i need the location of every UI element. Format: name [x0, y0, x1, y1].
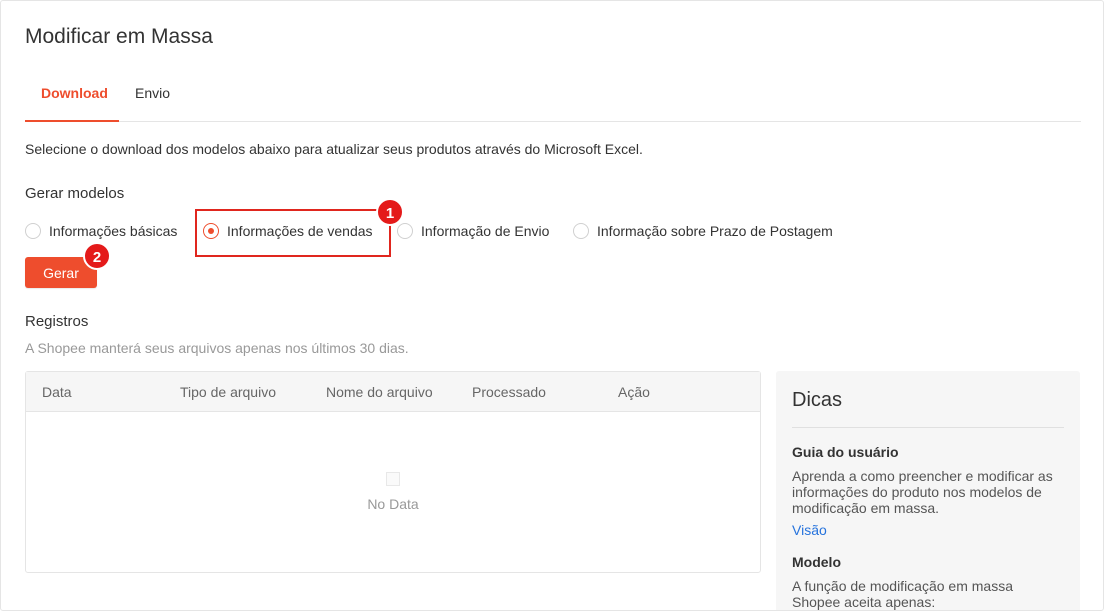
page-title: Modificar em Massa	[25, 25, 213, 48]
radio-informacoes-basicas[interactable]: Informações básicas	[25, 223, 177, 239]
column-header-tipo: Tipo de arquivo	[180, 384, 276, 400]
user-guide-text: Aprenda a como preencher e modificar as …	[792, 468, 1053, 516]
tab-download[interactable]: Download	[25, 77, 119, 122]
radio-circle-icon	[573, 223, 589, 239]
annotation-badge-1: 1	[376, 198, 404, 226]
table-header: Data Tipo de arquivo Nome do arquivo Pro…	[26, 372, 760, 412]
radio-circle-icon	[25, 223, 41, 239]
model-title: Modelo	[792, 554, 841, 570]
empty-state-icon	[386, 472, 400, 486]
user-guide-link[interactable]: Visão	[792, 522, 827, 538]
tips-panel: Dicas Guia do usuário Aprenda a como pre…	[776, 371, 1080, 610]
model-text: A função de modificação em massa Shopee …	[792, 578, 1014, 610]
column-header-nome: Nome do arquivo	[326, 384, 433, 400]
annotation-badge-2: 2	[83, 242, 111, 270]
tips-divider	[792, 427, 1064, 428]
radio-label: Informação de Envio	[421, 223, 550, 239]
tips-title: Dicas	[792, 389, 843, 411]
empty-state-text: No Data	[367, 496, 419, 512]
column-header-data: Data	[42, 384, 72, 400]
tab-bar: Download Envio	[25, 77, 1081, 122]
radio-label: Informação sobre Prazo de Postagem	[597, 223, 833, 239]
records-section-title: Registros	[25, 313, 89, 330]
page-description: Selecione o download dos modelos abaixo …	[25, 141, 643, 157]
records-table: Data Tipo de arquivo Nome do arquivo Pro…	[25, 371, 761, 573]
bulk-edit-panel: Modificar em Massa Download Envio Seleci…	[0, 0, 1104, 611]
column-header-processado: Processado	[472, 384, 546, 400]
radio-informacao-de-envio[interactable]: Informação de Envio	[397, 223, 549, 239]
generate-section-title: Gerar modelos	[25, 185, 125, 202]
radio-prazo-de-postagem[interactable]: Informação sobre Prazo de Postagem	[573, 223, 833, 239]
records-subtitle: A Shopee manterá seus arquivos apenas no…	[25, 340, 409, 356]
user-guide-title: Guia do usuário	[792, 444, 899, 460]
tab-envio[interactable]: Envio	[119, 77, 186, 122]
radio-circle-icon	[397, 223, 413, 239]
column-header-acao: Ação	[618, 384, 650, 400]
annotation-highlight-box	[195, 209, 391, 257]
radio-label: Informações básicas	[49, 223, 178, 239]
